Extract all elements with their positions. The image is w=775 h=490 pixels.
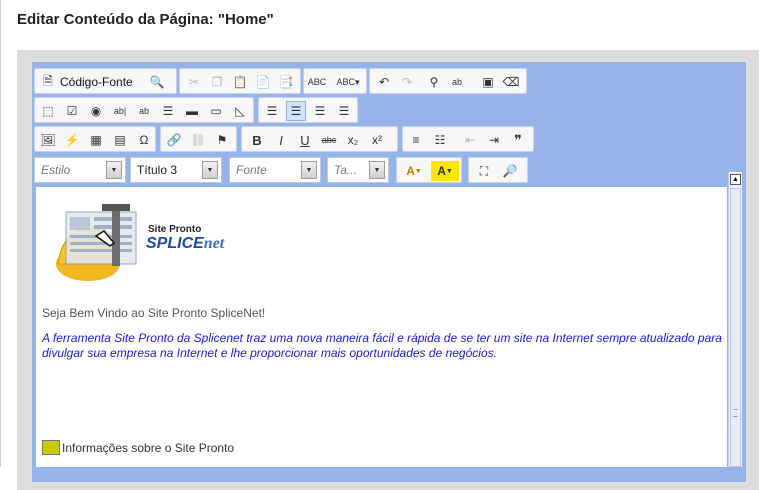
link-icon[interactable]: 🔗: [164, 130, 184, 150]
format-combo[interactable]: Título 3 ▼: [130, 157, 222, 183]
toolbar-group-colors: A ▼ A ▼: [396, 157, 462, 183]
cut-icon[interactable]: ✂: [184, 72, 204, 92]
format-combo-value: Título 3: [137, 163, 178, 177]
source-icon[interactable]: 🗎: [38, 72, 58, 92]
flash-icon[interactable]: ⚡: [62, 130, 82, 150]
indent-icon[interactable]: ⇥: [484, 130, 504, 150]
paste-icon[interactable]: 📋: [230, 72, 250, 92]
description-text: A ferramenta Site Pronto da Splicenet tr…: [42, 331, 722, 360]
source-button[interactable]: Código-Fonte: [60, 72, 133, 92]
toolbar-group-tools: ⛶ 🔎: [468, 157, 528, 183]
table-icon[interactable]: ▦: [86, 130, 106, 150]
chevron-down-icon: ▼: [445, 167, 453, 175]
horizontal-rule-icon[interactable]: ▤: [110, 130, 130, 150]
spellcheck-as-you-type-icon[interactable]: ABC▾: [334, 72, 362, 92]
chevron-down-icon: ▼: [106, 161, 122, 179]
form-icon[interactable]: ⬚: [38, 101, 58, 121]
chevron-down-icon: ▼: [202, 161, 218, 179]
image-icon[interactable]: 🖼: [38, 130, 58, 150]
toolbar-group-document: 🗎 Código-Fonte 🔍: [34, 68, 177, 94]
align-right-icon[interactable]: ☰: [310, 101, 330, 121]
subscript-button[interactable]: x₂: [343, 130, 363, 150]
info-line: Informações sobre o Site Pronto: [42, 440, 234, 455]
textfield-icon[interactable]: ab|: [110, 101, 130, 121]
size-combo-value: Ta...: [334, 163, 357, 177]
italic-button[interactable]: I: [271, 130, 291, 150]
hidden-field-icon[interactable]: ◺: [230, 101, 250, 121]
replace-icon[interactable]: ab: [447, 72, 467, 92]
strikethrough-button[interactable]: abc: [319, 130, 339, 150]
maximize-icon[interactable]: ⛶: [474, 161, 494, 181]
text-color-button[interactable]: A ▼: [400, 161, 428, 181]
style-combo[interactable]: Estilo ▼: [34, 157, 126, 183]
blockquote-button[interactable]: ❞: [508, 130, 528, 150]
redo-icon[interactable]: ↷: [397, 72, 417, 92]
logo-brand: SPLICE: [146, 235, 204, 252]
info-text: Informações sobre o Site Pronto: [62, 440, 235, 455]
copy-icon[interactable]: ❐: [207, 72, 227, 92]
underline-button[interactable]: U: [295, 130, 315, 150]
chevron-down-icon: ▼: [414, 167, 422, 175]
superscript-button[interactable]: x²: [367, 130, 387, 150]
toolbar-group-align: ☰ ☰ ☰ ☰: [258, 97, 358, 123]
font-combo[interactable]: Fonte ▼: [229, 157, 321, 183]
anchor-icon[interactable]: ⚑: [212, 130, 232, 150]
special-char-icon[interactable]: Ω: [134, 130, 154, 150]
align-center-icon[interactable]: ☰: [286, 101, 306, 121]
radio-icon[interactable]: ◉: [86, 101, 106, 121]
style-combo-value: Estilo: [41, 163, 71, 177]
select-icon[interactable]: ☰: [158, 101, 178, 121]
find-icon[interactable]: ⚲: [424, 72, 444, 92]
grip-icon: [733, 409, 738, 417]
text-color-label: A: [406, 164, 415, 178]
toolbar-group-insert: 🖼 ⚡ ▦ ▤ Ω: [34, 126, 156, 152]
toolbar-group-basicstyles: B I U abc x₂ x²: [241, 126, 398, 152]
button-icon[interactable]: ▬: [182, 101, 202, 121]
show-blocks-icon[interactable]: 🔎: [500, 161, 520, 181]
chevron-down-icon: ▼: [369, 161, 385, 179]
bulleted-list-icon[interactable]: ☷: [430, 130, 450, 150]
remove-format-icon[interactable]: ⌫: [501, 72, 521, 92]
toolbar-group-clipboard: ✂ ❐ 📋 📄 📑: [179, 68, 301, 94]
image-button-icon[interactable]: ▭: [206, 101, 226, 121]
page: Editar Conteúdo da Página: "Home" 🗎 Códi…: [0, 0, 775, 490]
select-all-icon[interactable]: ▣: [478, 72, 498, 92]
background-color-button[interactable]: A ▼: [431, 161, 459, 181]
bold-button[interactable]: B: [247, 130, 267, 150]
chevron-down-icon: ▼: [301, 161, 317, 179]
page-title: Editar Conteúdo da Página: "Home": [17, 11, 274, 28]
logo-small-text: Site Pronto: [148, 224, 202, 235]
align-justify-icon[interactable]: ☰: [334, 101, 354, 121]
textarea-icon[interactable]: ab: [134, 101, 154, 121]
logo-brand-text: SPLICEnet: [146, 235, 224, 253]
toolbar-group-links: 🔗 ⛓ ⚑: [160, 126, 237, 152]
outdent-icon[interactable]: ⇤: [460, 130, 480, 150]
editor-content[interactable]: Site Pronto SPLICEnet Seja Bem Vindo ao …: [36, 187, 727, 467]
spellcheck-icon[interactable]: ABC: [307, 72, 327, 92]
background-color-label: A: [437, 164, 446, 178]
logo-brand-suffix: net: [203, 235, 225, 252]
unlink-icon[interactable]: ⛓: [188, 130, 208, 150]
font-combo-value: Fonte: [236, 163, 267, 177]
info-icon: [42, 440, 60, 455]
checkbox-icon[interactable]: ☑: [62, 101, 82, 121]
scroll-up-icon[interactable]: ▲: [730, 174, 741, 185]
preview-icon[interactable]: 🔍: [147, 72, 167, 92]
toolbar-group-edit: ↶ ↷ ⚲ ab ▣ ⌫: [369, 68, 527, 94]
undo-icon[interactable]: ↶: [374, 72, 394, 92]
size-combo[interactable]: Ta... ▼: [327, 157, 389, 183]
numbered-list-icon[interactable]: ≡: [406, 130, 426, 150]
scroll-thumb[interactable]: [730, 188, 741, 467]
toolbar-group-spell: ABC ABC▾: [303, 68, 367, 94]
paste-text-icon[interactable]: 📄: [253, 72, 273, 92]
toolbar-group-lists: ≡ ☷ ⇤ ⇥ ❞: [402, 126, 534, 152]
paste-word-icon[interactable]: 📑: [276, 72, 296, 92]
welcome-text: Seja Bem Vindo ao Site Pronto SpliceNet!: [42, 306, 266, 320]
content-scrollbar[interactable]: ▲: [728, 172, 742, 467]
toolbar-group-forms: ⬚ ☑ ◉ ab| ab ☰ ▬ ▭ ◺: [34, 97, 254, 123]
align-left-icon[interactable]: ☰: [262, 101, 282, 121]
